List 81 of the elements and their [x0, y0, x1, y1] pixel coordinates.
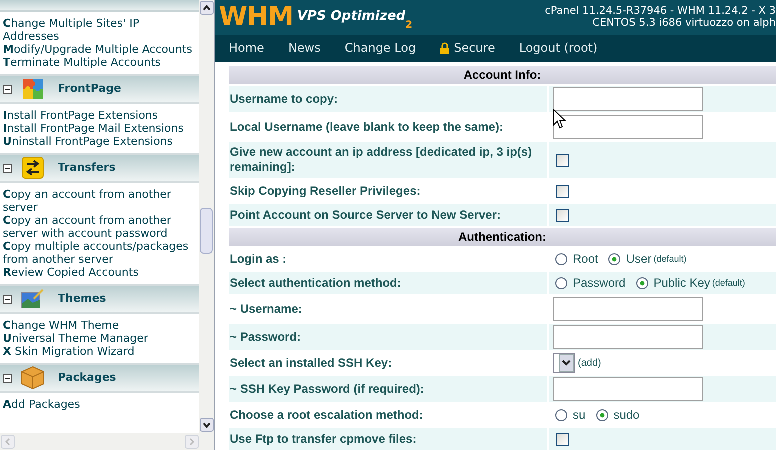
checkbox[interactable]: [556, 208, 569, 222]
scroll-thumb[interactable]: [200, 208, 214, 254]
sidebar-link[interactable]: Uninstall FrontPage Extensions: [3, 135, 198, 148]
radio-label: Root: [573, 251, 598, 268]
field-label: Use Ftp to transfer cpmove files:: [229, 428, 547, 450]
radio-option[interactable]: su: [555, 406, 586, 424]
logo-edition: 2: [406, 20, 413, 34]
collapse-icon[interactable]: [3, 164, 12, 172]
add-link[interactable]: (add): [578, 356, 602, 370]
radio-button[interactable]: [636, 276, 649, 290]
sidebar-section-title: Themes: [58, 290, 106, 307]
field-label: Point Account on Source Server to New Server:: [229, 204, 547, 226]
radio-option[interactable]: Public Key (default): [636, 274, 746, 292]
landscape-picture-icon: [21, 288, 45, 310]
dropdown-caret-icon: [559, 354, 574, 372]
version-text: CENTOS 5.3 i686 virtuozzo on alph: [592, 17, 776, 30]
field-label: ~ Password:: [229, 324, 547, 350]
section-heading: Account Info:: [229, 66, 776, 84]
radio-option[interactable]: Password: [555, 274, 626, 292]
sidebar-section-header[interactable]: Themes: [0, 284, 200, 314]
sidebar-section-title: FrontPage: [58, 80, 122, 97]
text-input-field[interactable]: [553, 325, 703, 349]
sidebar-link[interactable]: Modify/Upgrade Multiple Accounts: [3, 43, 198, 56]
whm-logo: WHM: [219, 4, 294, 30]
sidebar-link[interactable]: Terminate Multiple Accounts: [3, 56, 198, 69]
radio-button[interactable]: [555, 252, 568, 266]
radio-button[interactable]: [596, 408, 609, 422]
checkbox[interactable]: [556, 432, 569, 446]
sidebar-section-header[interactable]: Packages: [0, 363, 200, 393]
sidebar-link[interactable]: Add Packages: [3, 398, 198, 411]
radio-label: Password: [573, 275, 626, 292]
radio-button[interactable]: [555, 276, 568, 290]
nav-link[interactable]: News: [288, 39, 321, 58]
vertical-scrollbar[interactable]: [199, 0, 214, 433]
default-note: (default): [654, 253, 687, 266]
sidebar-section-title: Packages: [58, 370, 116, 386]
radio-button[interactable]: [608, 252, 622, 266]
sidebar-section-header[interactable]: FrontPage: [0, 74, 200, 104]
collapse-icon[interactable]: [3, 374, 12, 382]
version-text: cPanel 11.24.5-R37946 - WHM 11.24.2 - X 3: [545, 5, 776, 18]
text-input-field[interactable]: [553, 115, 703, 139]
nav-link[interactable]: Change Log: [344, 39, 416, 58]
puzzle-icon: [22, 78, 44, 100]
sidebar-section-title: Transfers: [58, 160, 116, 176]
swap-arrows-icon: [22, 157, 44, 179]
logo-subtitle: VPS Optimized: [297, 8, 406, 26]
text-input-field[interactable]: [553, 87, 703, 111]
radio-label: Public Key: [654, 275, 710, 292]
field-label: Give new account an ip address [dedicated ip, 3 ip(s) remaining]:: [229, 142, 547, 178]
checkbox[interactable]: [556, 154, 569, 166]
sidebar-link[interactable]: Change WHM Theme: [3, 319, 198, 332]
sidebar-link[interactable]: Install FrontPage Extensions: [3, 109, 198, 122]
text-input-field[interactable]: [553, 377, 703, 401]
sidebar-link[interactable]: Install FrontPage Mail Extensions: [3, 122, 198, 135]
sidebar-link[interactable]: Review Copied Accounts: [3, 266, 198, 279]
dropdown[interactable]: [553, 353, 575, 373]
field-label: Username to copy:: [229, 86, 547, 112]
radio-option[interactable]: sudo: [596, 406, 640, 424]
text-input-field[interactable]: [553, 297, 703, 321]
scroll-down-icon[interactable]: [200, 418, 214, 432]
radio-label: su: [573, 407, 586, 424]
field-label: ~ SSH Key Password (if required):: [229, 376, 547, 402]
collapse-icon[interactable]: [3, 294, 12, 304]
sidebar-link[interactable]: X Skin Migration Wizard: [3, 345, 198, 358]
field-label: Select authentication method:: [229, 272, 547, 294]
nav-link[interactable]: Secure: [440, 39, 496, 58]
radio-button[interactable]: [555, 408, 568, 422]
package-box-icon: [21, 366, 45, 390]
radio-option[interactable]: Root: [555, 250, 598, 268]
radio-label: User: [626, 251, 652, 268]
section-heading: Authentication:: [229, 228, 776, 246]
nav-link[interactable]: Logout (root): [519, 39, 598, 58]
radio-option[interactable]: User (default): [608, 250, 687, 268]
radio-label: sudo: [614, 407, 640, 424]
nav-link[interactable]: Home: [229, 39, 264, 58]
checkbox[interactable]: [556, 184, 569, 198]
default-note: (default): [712, 277, 746, 290]
collapse-icon[interactable]: [3, 84, 12, 94]
scroll-up-icon[interactable]: [200, 1, 214, 15]
sidebar-link[interactable]: Universal Theme Manager: [3, 332, 198, 345]
sidebar-section-header[interactable]: Transfers: [0, 153, 200, 183]
